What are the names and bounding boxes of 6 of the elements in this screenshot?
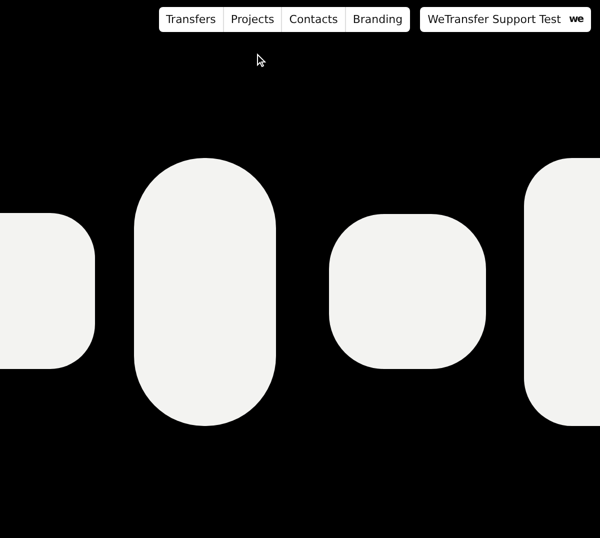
nav-link[interactable]: Transfers xyxy=(158,7,223,32)
nav-link[interactable]: Contacts xyxy=(281,7,345,32)
nav-link[interactable]: Branding xyxy=(344,7,410,32)
account-button[interactable]: WeTransfer Support Test we xyxy=(420,7,591,32)
nav-link[interactable]: Projects xyxy=(222,7,282,32)
cursor-icon xyxy=(257,53,266,68)
